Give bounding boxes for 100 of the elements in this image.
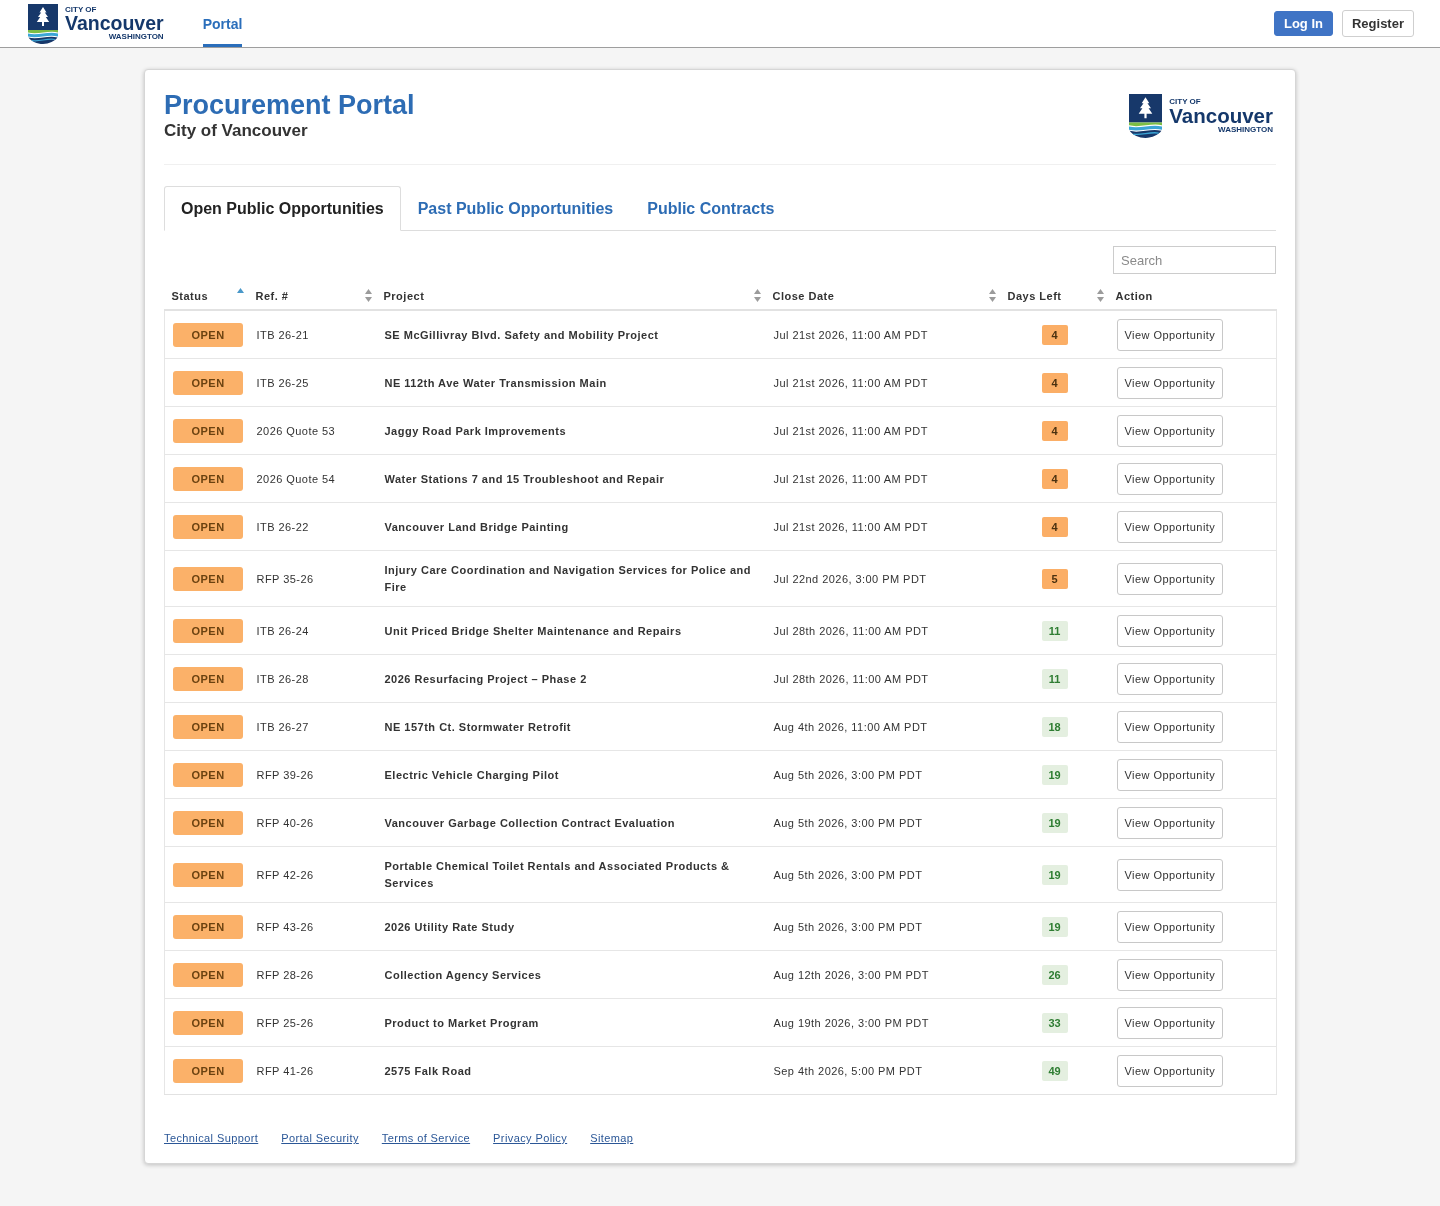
sort-arrows-icon[interactable] <box>1096 289 1104 302</box>
days-left-badge: 11 <box>1041 621 1068 641</box>
footer-link[interactable]: Technical Support <box>164 1131 259 1145</box>
sort-arrows-icon[interactable] <box>364 289 372 302</box>
view-opportunity-button[interactable]: View Opportunity <box>1116 859 1224 891</box>
view-opportunity-button[interactable]: View Opportunity <box>1116 319 1224 351</box>
view-opportunity-button[interactable]: View Opportunity <box>1116 367 1224 399</box>
view-opportunity-button[interactable]: View Opportunity <box>1116 759 1224 791</box>
status-badge: OPEN <box>173 567 243 591</box>
reference-number: 2026 Quote 54 <box>256 472 336 485</box>
column-header: Action <box>1115 289 1153 302</box>
project-name: SE McGillivray Blvd. Safety and Mobility Project <box>384 328 659 341</box>
days-left-badge: 49 <box>1041 1061 1068 1081</box>
project-name: NE 157th Ct. Stormwater Retrofit <box>384 720 572 733</box>
register-button[interactable]: Register <box>1341 10 1414 37</box>
footer-link[interactable]: Terms of Service <box>381 1131 471 1145</box>
days-left-badge: 4 <box>1041 469 1068 489</box>
days-left-badge: 5 <box>1041 569 1068 589</box>
project-name: Vancouver Land Bridge Painting <box>384 520 569 533</box>
tab[interactable]: Past Public Opportunities <box>400 186 631 231</box>
days-left-badge: 19 <box>1041 765 1068 785</box>
page-subtitle: City of Vancouver <box>164 120 309 142</box>
tab[interactable]: Open Public Opportunities <box>164 186 401 231</box>
view-opportunity-button[interactable]: View Opportunity <box>1116 807 1224 839</box>
reference-number: RFP 39-26 <box>256 768 314 781</box>
reference-number: RFP 28-26 <box>256 968 314 981</box>
status-badge: OPEN <box>173 619 243 643</box>
reference-number: RFP 35-26 <box>256 572 314 585</box>
column-header[interactable]: Ref. # <box>255 289 289 302</box>
status-badge: OPEN <box>173 863 243 887</box>
footer-link[interactable]: Sitemap <box>590 1131 634 1145</box>
tree-emblem-icon <box>28 3 58 44</box>
view-opportunity-button[interactable]: View Opportunity <box>1116 959 1224 991</box>
days-left-badge: 4 <box>1041 373 1068 393</box>
days-left-badge: 4 <box>1041 421 1068 441</box>
status-badge: OPEN <box>173 1059 243 1083</box>
logo-wordmark: Vancouver <box>1169 106 1273 126</box>
tab[interactable]: Public Contracts <box>630 186 792 231</box>
close-date: Jul 22nd 2026, 3:00 PM PDT <box>773 572 927 585</box>
sort-arrows-icon[interactable] <box>753 289 761 302</box>
close-date: Jul 21st 2026, 11:00 AM PDT <box>773 376 928 389</box>
project-name: Portable Chemical Toilet Rentals and Associated Products & Services <box>384 860 730 889</box>
project-name: Jaggy Road Park Improvements <box>384 424 566 437</box>
sort-arrows-icon[interactable] <box>988 289 996 302</box>
view-opportunity-button[interactable]: View Opportunity <box>1116 511 1224 543</box>
project-name: 2026 Utility Rate Study <box>384 920 515 933</box>
close-date: Sep 4th 2026, 5:00 PM PDT <box>773 1064 923 1077</box>
view-opportunity-button[interactable]: View Opportunity <box>1116 663 1224 695</box>
status-badge: OPEN <box>173 763 243 787</box>
footer-link[interactable]: Privacy Policy <box>493 1131 568 1145</box>
logo-wordmark: Vancouver <box>65 14 164 33</box>
reference-number: ITB 26-24 <box>256 624 309 637</box>
view-opportunity-button[interactable]: View Opportunity <box>1116 463 1224 495</box>
project-name: Vancouver Garbage Collection Contract Evaluation <box>384 816 675 829</box>
project-name: 2575 Falk Road <box>384 1064 472 1077</box>
days-left-badge: 19 <box>1041 917 1068 937</box>
search-field[interactable]: Search <box>1113 246 1276 274</box>
view-opportunity-button[interactable]: View Opportunity <box>1116 711 1224 743</box>
view-opportunity-button[interactable]: View Opportunity <box>1116 1055 1224 1087</box>
column-header[interactable]: Project <box>383 289 425 302</box>
close-date: Jul 21st 2026, 11:00 AM PDT <box>773 520 928 533</box>
days-left-badge: 11 <box>1041 669 1068 689</box>
close-date: Jul 21st 2026, 11:00 AM PDT <box>773 328 928 341</box>
view-opportunity-button[interactable]: View Opportunity <box>1116 563 1224 595</box>
status-badge: OPEN <box>173 963 243 987</box>
reference-number: ITB 26-22 <box>256 520 309 533</box>
column-header[interactable]: Days Left <box>1007 289 1062 302</box>
status-badge: OPEN <box>173 371 243 395</box>
days-left-badge: 19 <box>1041 813 1068 833</box>
reference-number: RFP 41-26 <box>256 1064 314 1077</box>
close-date: Aug 4th 2026, 11:00 AM PDT <box>773 720 928 733</box>
days-left-badge: 26 <box>1041 965 1068 985</box>
reference-number: RFP 40-26 <box>256 816 314 829</box>
column-header[interactable]: Close Date <box>772 289 835 302</box>
sort-up-icon[interactable] <box>236 288 244 293</box>
login-button[interactable]: Log In <box>1273 11 1333 36</box>
view-opportunity-button[interactable]: View Opportunity <box>1116 615 1224 647</box>
reference-number: ITB 26-21 <box>256 328 309 341</box>
view-opportunity-button[interactable]: View Opportunity <box>1116 911 1224 943</box>
days-left-badge: 19 <box>1041 865 1068 885</box>
days-left-badge: 33 <box>1041 1013 1068 1033</box>
close-date: Jul 21st 2026, 11:00 AM PDT <box>773 424 928 437</box>
logo-caption: CITY OF <box>65 6 98 14</box>
close-date: Aug 5th 2026, 3:00 PM PDT <box>773 768 923 781</box>
close-date: Aug 12th 2026, 3:00 PM PDT <box>773 968 929 981</box>
close-date: Jul 28th 2026, 11:00 AM PDT <box>773 672 929 685</box>
close-date: Aug 5th 2026, 3:00 PM PDT <box>773 868 923 881</box>
reference-number: ITB 26-28 <box>256 672 309 685</box>
view-opportunity-button[interactable]: View Opportunity <box>1116 415 1224 447</box>
view-opportunity-button[interactable]: View Opportunity <box>1116 1007 1224 1039</box>
nav-tab[interactable]: Portal <box>202 0 243 47</box>
status-badge: OPEN <box>173 715 243 739</box>
footer-link[interactable]: Portal Security <box>281 1131 359 1145</box>
column-header[interactable]: Status <box>171 289 209 302</box>
page-title: Procurement Portal <box>164 90 415 120</box>
reference-number: RFP 42-26 <box>256 868 314 881</box>
project-name: Unit Priced Bridge Shelter Maintenance and Repairs <box>384 624 682 637</box>
project-name: Injury Care Coordination and Navigation Services for Police and Fire <box>384 564 751 593</box>
close-date: Aug 5th 2026, 3:00 PM PDT <box>773 816 923 829</box>
status-badge: OPEN <box>173 323 243 347</box>
